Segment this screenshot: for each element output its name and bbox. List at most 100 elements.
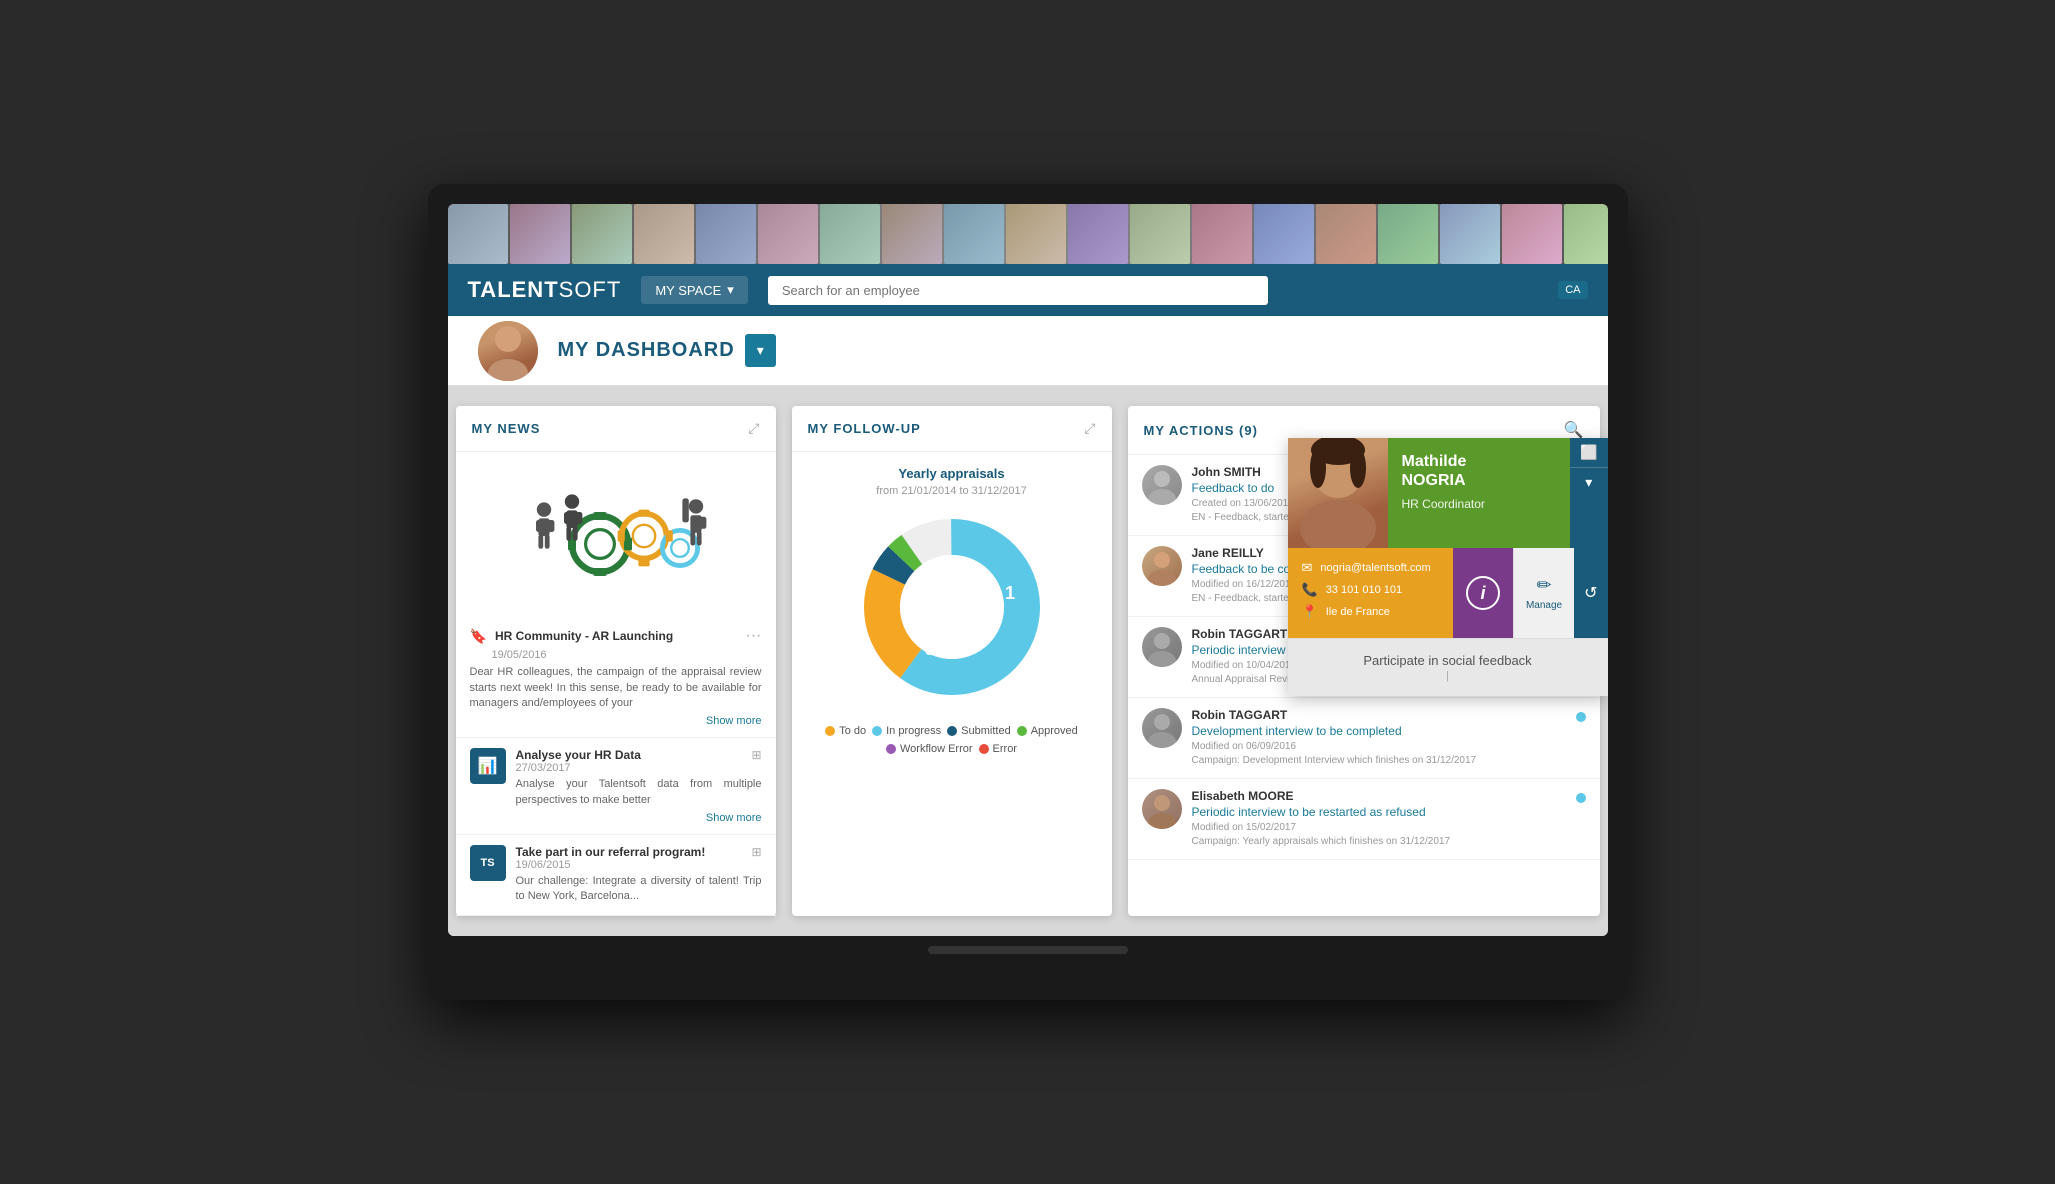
dashboard-title: MY DASHBOARD bbox=[558, 339, 735, 362]
action-avatar-2 bbox=[1142, 627, 1182, 667]
news-text-0: Dear HR colleagues, the campaign of the … bbox=[470, 665, 762, 711]
action-status-dot-4 bbox=[1576, 793, 1586, 803]
action-info-3: Robin TAGGART Development interview to b… bbox=[1192, 708, 1566, 768]
followup-expand-icon[interactable]: ⤢ bbox=[1084, 420, 1095, 437]
news-expand-icon[interactable]: ⤢ bbox=[748, 420, 759, 437]
profile-phone: 33 101 010 101 bbox=[1326, 584, 1402, 596]
action-name-3: Robin TAGGART bbox=[1192, 708, 1566, 722]
news-item-0: 🔖 HR Community - AR Launching ··· 19/05/… bbox=[456, 617, 776, 738]
profile-role: HR Coordinator bbox=[1402, 497, 1557, 511]
location-icon: 📍 bbox=[1302, 604, 1318, 620]
logo-light: SOFT bbox=[559, 277, 622, 302]
profile-middle-row: ✉ nogria@talentsoft.com 📞 33 101 010 101… bbox=[1288, 548, 1608, 638]
my-space-button[interactable]: MY SPACE ▾ bbox=[641, 276, 748, 304]
news-title-1: Analyse your HR Data bbox=[516, 748, 641, 762]
news-icon-1: 📊 bbox=[470, 748, 506, 784]
social-feedback-label: Participate in social feedback bbox=[1363, 653, 1531, 668]
action-meta-3: Modified on 06/09/2016 Campaign: Develop… bbox=[1192, 740, 1566, 768]
profile-details: ✉ nogria@talentsoft.com 📞 33 101 010 101… bbox=[1288, 548, 1453, 638]
news-panel-title: MY NEWS bbox=[472, 421, 541, 436]
my-space-label: MY SPACE bbox=[655, 283, 721, 298]
news-item-2: TS Take part in our referral program! ⊞ … bbox=[456, 835, 776, 916]
profile-email: nogria@talentsoft.com bbox=[1320, 562, 1430, 574]
profile-info-block: Mathilde NOGRIA HR Coordinator bbox=[1388, 438, 1571, 548]
news-content-2: Take part in our referral program! ⊞ 19/… bbox=[516, 845, 762, 905]
news-title-0: HR Community - AR Launching bbox=[495, 629, 738, 643]
bookmark-icon: 🔖 bbox=[470, 628, 487, 645]
profile-photo-image bbox=[1288, 438, 1388, 548]
donut-chart-container: 1 3 bbox=[806, 507, 1098, 707]
legend-label-approved: Approved bbox=[1031, 725, 1078, 737]
employee-search-input[interactable] bbox=[768, 276, 1268, 305]
action-type-3: Development interview to be completed bbox=[1192, 724, 1566, 738]
profile-first-name: Mathilde bbox=[1402, 452, 1557, 471]
news-text-1: Analyse your Talentsoft data from multip… bbox=[516, 777, 762, 808]
followup-panel-title: MY FOLLOW-UP bbox=[808, 421, 921, 436]
legend-todo: To do bbox=[825, 725, 866, 737]
action-avatar-1 bbox=[1142, 546, 1182, 586]
news-panel: MY NEWS ⤢ bbox=[456, 406, 776, 916]
news-show-more-1[interactable]: Show more bbox=[516, 812, 762, 824]
legend-label-submitted: Submitted bbox=[961, 725, 1011, 737]
legend-dot-todo bbox=[825, 726, 835, 736]
news-date-2: 19/06/2015 bbox=[516, 859, 762, 871]
laptop-frame: TALENTSOFT MY SPACE ▾ CA bbox=[428, 184, 1628, 1000]
dashboard-header: MY DASHBOARD ▾ bbox=[448, 316, 1608, 386]
news-date-1: 27/03/2017 bbox=[516, 762, 762, 774]
email-icon: ✉ bbox=[1302, 560, 1313, 576]
chevron-down-icon: ▾ bbox=[727, 282, 734, 298]
pencil-icon: ✏ bbox=[1536, 575, 1551, 596]
hero-banner bbox=[448, 204, 1608, 264]
news-menu-icon-0[interactable]: ··· bbox=[746, 627, 762, 645]
avatar-image bbox=[478, 321, 538, 381]
news-panel-header: MY NEWS ⤢ bbox=[456, 406, 776, 452]
action-info-4: Elisabeth MOORE Periodic interview to be… bbox=[1192, 789, 1566, 849]
news-show-more-0[interactable]: Show more bbox=[470, 715, 762, 727]
actions-panel-title: MY ACTIONS (9) bbox=[1144, 423, 1258, 438]
avatar-silhouette bbox=[478, 321, 538, 381]
legend-dot-workflow-error bbox=[886, 744, 896, 754]
profile-phone-row: 📞 33 101 010 101 bbox=[1302, 582, 1439, 598]
action-meta-4: Modified on 15/02/2017 Campaign: Yearly … bbox=[1192, 821, 1566, 849]
legend-label-inprogress: In progress bbox=[886, 725, 941, 737]
social-feedback-bar[interactable]: Participate in social feedback | bbox=[1288, 638, 1608, 696]
profile-info-button[interactable]: i bbox=[1453, 548, 1513, 638]
logo-bold: TALENT bbox=[468, 277, 559, 302]
news-item-1: 📊 Analyse your HR Data ⊞ 27/03/2017 Anal… bbox=[456, 738, 776, 835]
followup-content: Yearly appraisals from 21/01/2014 to 31/… bbox=[792, 452, 1112, 777]
actions-search-icon[interactable]: 🔍 bbox=[1564, 420, 1584, 440]
cursor-indicator: | bbox=[1308, 670, 1588, 682]
nav-right: CA bbox=[1558, 281, 1587, 299]
profile-minimize-button[interactable]: ⬜ bbox=[1570, 438, 1607, 468]
profile-email-row: ✉ nogria@talentsoft.com bbox=[1302, 560, 1439, 576]
donut-chart: 1 3 bbox=[852, 507, 1052, 707]
legend-dot-approved bbox=[1017, 726, 1027, 736]
legend-inprogress: In progress bbox=[872, 725, 941, 737]
profile-refresh-button[interactable]: ↺ bbox=[1574, 548, 1607, 638]
action-avatar-0 bbox=[1142, 465, 1182, 505]
profile-manage-button[interactable]: ✏ Manage bbox=[1513, 548, 1574, 638]
action-item-3: Robin TAGGART Development interview to b… bbox=[1128, 698, 1600, 779]
laptop-stand bbox=[928, 946, 1128, 954]
news-text-2: Our challenge: Integrate a diversity of … bbox=[516, 874, 762, 905]
profile-location-row: 📍 Ile de France bbox=[1302, 604, 1439, 620]
ca-badge: CA bbox=[1558, 281, 1587, 299]
profile-photo bbox=[1288, 438, 1388, 548]
news-icon-badge-2: ⊞ bbox=[751, 845, 761, 859]
legend-dot-inprogress bbox=[872, 726, 882, 736]
followup-panel: MY FOLLOW-UP ⤢ Yearly appraisals from 21… bbox=[792, 406, 1112, 916]
donut-label-3: 3 bbox=[924, 639, 934, 659]
profile-chevron-button[interactable]: ▾ bbox=[1570, 468, 1607, 497]
hero-faces bbox=[448, 204, 1608, 264]
legend-error: Error bbox=[979, 743, 1017, 755]
news-date-0: 19/05/2016 bbox=[470, 649, 762, 661]
top-nav: TALENTSOFT MY SPACE ▾ CA bbox=[448, 264, 1608, 316]
profile-top-row: Mathilde NOGRIA HR Coordinator ⬜ ▾ bbox=[1288, 438, 1608, 548]
action-item-4: Elisabeth MOORE Periodic interview to be… bbox=[1128, 779, 1600, 860]
content-wrapper: MY NEWS ⤢ bbox=[448, 386, 1608, 936]
action-avatar-3 bbox=[1142, 708, 1182, 748]
chart-title: Yearly appraisals bbox=[806, 466, 1098, 481]
dashboard-dropdown-button[interactable]: ▾ bbox=[745, 334, 776, 367]
news-image-area bbox=[456, 452, 776, 617]
action-name-4: Elisabeth MOORE bbox=[1192, 789, 1566, 803]
